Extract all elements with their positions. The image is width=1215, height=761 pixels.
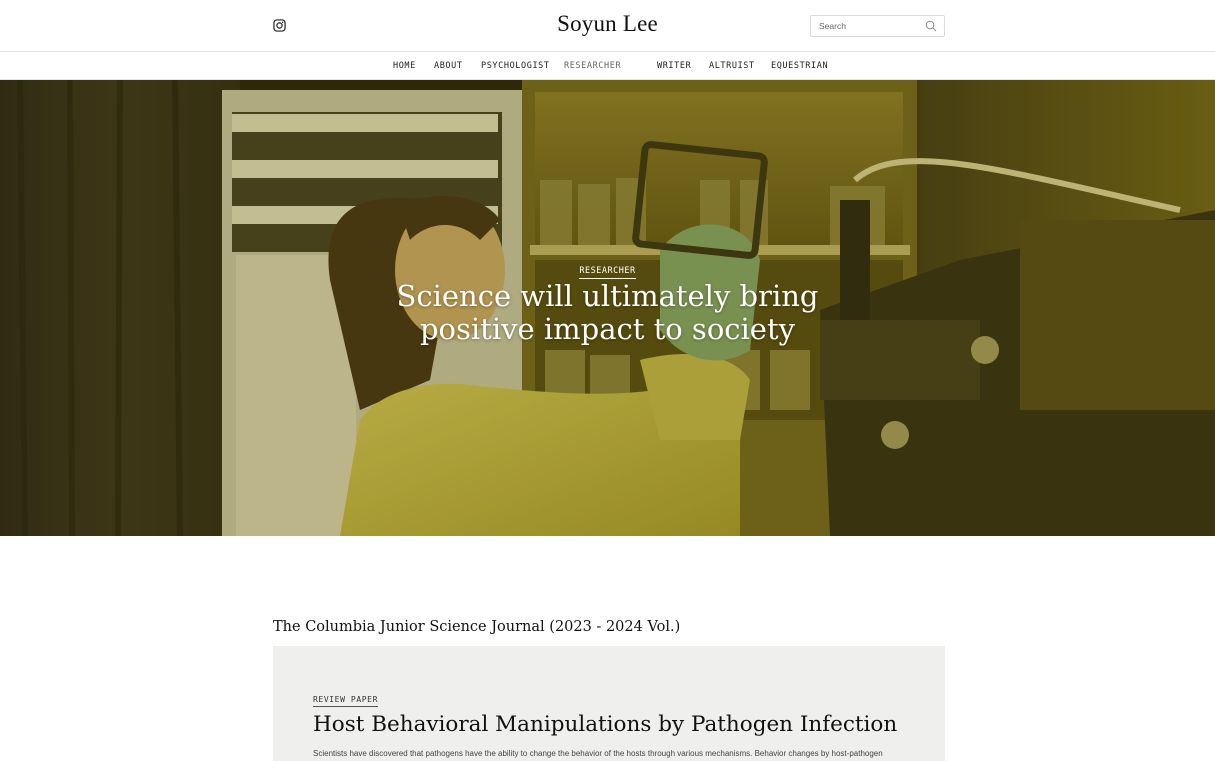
search-box xyxy=(810,15,945,37)
article-excerpt: Scientists have discovered that pathogen… xyxy=(313,749,883,758)
hero-banner: RESEARCHER Science will ultimately bring… xyxy=(0,80,1215,536)
search-icon[interactable] xyxy=(925,20,937,32)
nav-item-writer[interactable]: WRITER xyxy=(657,61,691,71)
article-tag[interactable]: REVIEW PAPER xyxy=(313,695,378,707)
nav-item-researcher[interactable]: RESEARCHER xyxy=(564,61,621,71)
site-title[interactable]: Soyun Lee xyxy=(0,11,1215,37)
nav-item-home[interactable]: HOME xyxy=(393,61,416,71)
site-header: Soyun Lee xyxy=(0,0,1215,52)
nav-item-altruist[interactable]: ALTRUIST xyxy=(709,61,755,71)
nav-item-about[interactable]: ABOUT xyxy=(434,61,463,71)
main-navigation: HOME ABOUT PSYCHOLOGIST RESEARCHER WRITE… xyxy=(0,53,1215,80)
article-title[interactable]: Host Behavioral Manipulations by Pathoge… xyxy=(313,712,897,737)
hero-headline-line-2: positive impact to society xyxy=(419,312,795,346)
nav-item-psychologist[interactable]: PSYCHOLOGIST xyxy=(481,61,550,71)
journal-heading: The Columbia Junior Science Journal (202… xyxy=(273,619,681,635)
nav-item-equestrian[interactable]: EQUESTRIAN xyxy=(771,61,828,71)
search-input[interactable] xyxy=(811,16,921,36)
hero-headline-line-1: Science will ultimately bring xyxy=(396,279,819,313)
article-card[interactable]: REVIEW PAPER Host Behavioral Manipulatio… xyxy=(273,646,945,761)
hero-headline: Science will ultimately bring positive i… xyxy=(0,280,1215,346)
hero-category-tag[interactable]: RESEARCHER xyxy=(0,260,1215,279)
